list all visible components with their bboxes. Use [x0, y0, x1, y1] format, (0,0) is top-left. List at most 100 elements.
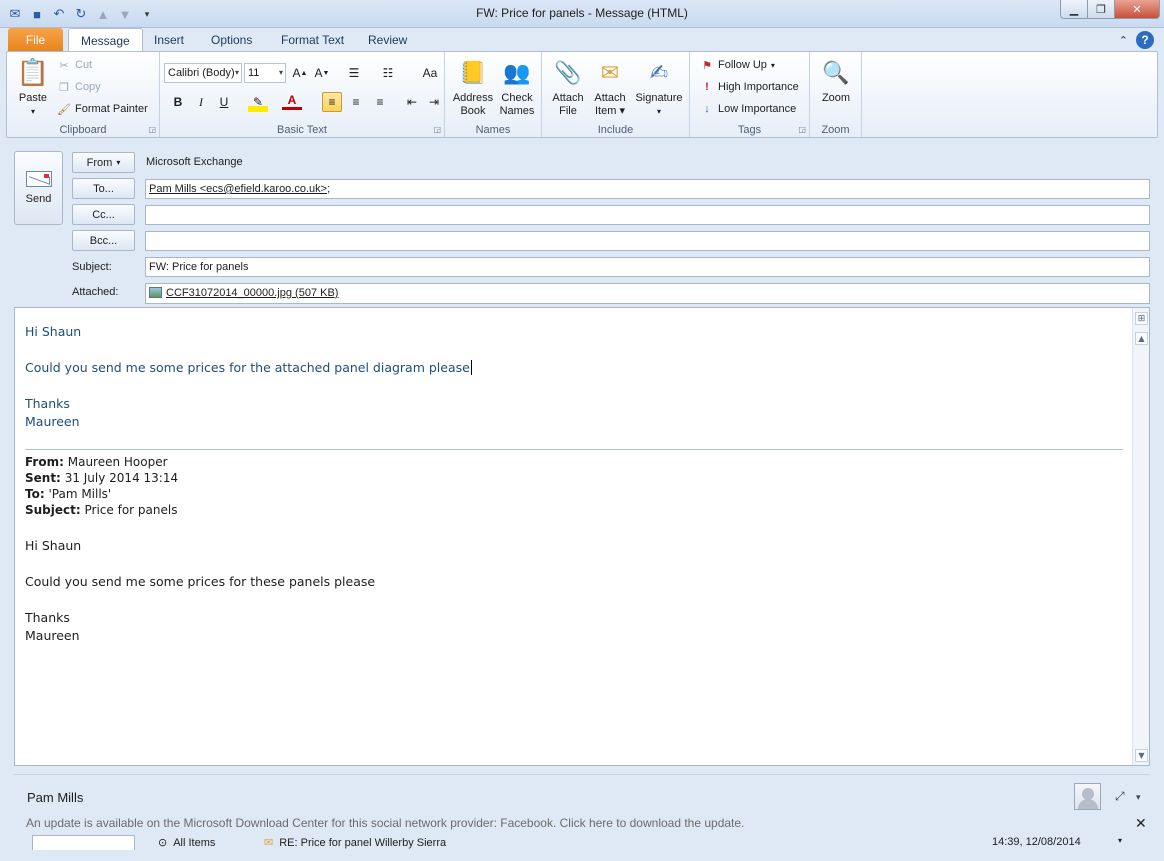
bcc-field[interactable]	[145, 231, 1150, 251]
avatar	[1074, 783, 1101, 810]
title-bar: ✉ ■ ↶ ↻ ▲ ▼ ▾ FW: Price for panels - Mes…	[0, 0, 1164, 28]
maximize-button[interactable]: ❐	[1087, 0, 1114, 19]
activity-dropdown-icon[interactable]: ▾	[1118, 836, 1122, 845]
to-field[interactable]: Pam Mills <ecs@efield.karoo.co.uk>;	[145, 179, 1150, 199]
scroll-up-icon[interactable]: ▲	[1135, 332, 1148, 345]
include-group: 📎 Attach File ✉ Attach Item ▾ ✍ Signatur…	[542, 52, 690, 137]
zoom-group: 🔍 Zoom Zoom	[810, 52, 862, 137]
close-notification-icon[interactable]: ✕	[1135, 815, 1147, 832]
shrink-font-icon[interactable]: A ▼	[312, 63, 332, 83]
format-painter-button[interactable]: 🖌 Format Painter	[57, 100, 148, 118]
flag-icon: ⚑	[702, 59, 712, 72]
low-importance-button[interactable]: ↓ Low Importance	[700, 100, 796, 118]
basic-text-group-label: Basic Text	[277, 124, 327, 136]
cc-field[interactable]	[145, 205, 1150, 225]
minimize-button[interactable]: ▁	[1060, 0, 1087, 19]
scissors-icon: ✂	[59, 59, 69, 72]
tab-insert[interactable]: Insert	[142, 28, 196, 52]
increase-indent-icon[interactable]: ⇥	[424, 92, 444, 112]
cut-button[interactable]: ✂ Cut	[57, 56, 92, 74]
tab-message[interactable]: Message	[68, 28, 143, 52]
basic-text-group: Calibri (Body) ▾ 11 ▾ A ▲ A ▼ ☰ ☷ Aa B I U ✎…	[160, 52, 445, 137]
message-body[interactable]: Hi Shaun Could you send me some prices f…	[14, 307, 1150, 766]
ruler-toggle-icon[interactable]: ⊞	[1135, 312, 1148, 325]
include-group-label: Include	[597, 124, 634, 136]
ribbon: 📋 Paste ▾ ✂ Cut ❐ Copy 🖌 Format Painter …	[6, 51, 1158, 138]
clipboard-group: 📋 Paste ▾ ✂ Cut ❐ Copy 🖌 Format Painter …	[7, 52, 160, 137]
from-dropdown-icon: ▾	[116, 158, 121, 167]
to-recipient[interactable]: Pam Mills <ecs@efield.karoo.co.uk>	[149, 183, 327, 195]
paintbrush-icon: 🖌	[57, 103, 71, 116]
attach-item-button[interactable]: ✉ Attach Item ▾	[590, 56, 630, 118]
activity-item[interactable]: ✉ RE: Price for panel Willerby Sierra	[264, 836, 446, 850]
scroll-down-icon[interactable]: ▼	[1135, 749, 1148, 762]
to-button[interactable]: To...	[72, 178, 135, 199]
basic-text-launcher-icon[interactable]: ◲	[433, 125, 441, 134]
check-names-button[interactable]: 👥 Check Names	[497, 56, 537, 118]
help-icon[interactable]: ?	[1136, 31, 1154, 49]
from-button[interactable]: From ▾	[72, 152, 135, 173]
tab-options[interactable]: Options	[199, 28, 264, 52]
send-envelope-icon	[25, 171, 52, 187]
image-file-icon	[149, 287, 162, 298]
italic-icon[interactable]: I	[191, 92, 211, 112]
body-line: Could you send me some prices for the at…	[25, 360, 472, 375]
tab-file[interactable]: File	[8, 28, 63, 52]
grow-font-icon[interactable]: A ▲	[290, 63, 310, 83]
follow-up-button[interactable]: ⚑ Follow Up ▾	[700, 56, 775, 74]
font-color-icon[interactable]: A	[282, 92, 302, 110]
collapse-pane-icon[interactable]: ▾	[1136, 792, 1141, 803]
expand-icon[interactable]: ⤢	[1115, 789, 1125, 804]
signature-button[interactable]: ✍ Signature ▾	[632, 56, 686, 118]
font-name-combo[interactable]: Calibri (Body) ▾	[164, 63, 242, 83]
clipboard-launcher-icon[interactable]: ◲	[148, 125, 156, 134]
align-right-icon[interactable]: ≡	[370, 92, 390, 112]
update-notification[interactable]: An update is available on the Microsoft …	[26, 816, 744, 830]
copy-button[interactable]: ❐ Copy	[57, 78, 101, 96]
attach-file-button[interactable]: 📎 Attach File	[548, 56, 588, 118]
check-names-icon: 👥	[503, 59, 531, 85]
fwd-greeting: Hi Shaun	[25, 538, 82, 553]
fwd-subject: Subject: Price for panels	[25, 503, 178, 517]
styles-icon[interactable]: Aa	[420, 63, 440, 83]
activity-row: ⊙ All Items ✉ RE: Price for panel Willer…	[14, 833, 1150, 853]
ribbon-tabs: File Message Insert Options Format Text …	[0, 28, 1164, 52]
people-pane-name: Pam Mills	[27, 790, 84, 805]
fwd-from: From: Maureen Hooper	[25, 455, 168, 469]
underline-icon[interactable]: U	[214, 92, 234, 112]
highlight-icon[interactable]: ✎	[248, 92, 268, 112]
tab-format-text[interactable]: Format Text	[269, 28, 356, 52]
all-items-tab[interactable]: ⊙ All Items	[158, 836, 215, 850]
send-button[interactable]: Send	[14, 151, 63, 225]
bullets-icon[interactable]: ☰	[344, 63, 364, 83]
address-book-button[interactable]: 📒 Address Book	[451, 56, 495, 118]
bcc-button[interactable]: Bcc...	[72, 230, 135, 251]
cc-button[interactable]: Cc...	[72, 204, 135, 225]
close-button[interactable]: ✕	[1114, 0, 1160, 19]
tab-review[interactable]: Review	[356, 28, 419, 52]
attachment-field[interactable]: CCF31072014_00000.jpg (507 KB)	[145, 283, 1150, 304]
align-center-icon[interactable]: ≡	[346, 92, 366, 112]
fwd-to: To: 'Pam Mills'	[25, 487, 112, 501]
numbering-icon[interactable]: ☷	[378, 63, 398, 83]
subject-field[interactable]: FW: Price for panels	[145, 257, 1150, 277]
people-pane: Pam Mills ⤢ ▾ An update is available on …	[14, 774, 1150, 861]
text-cursor	[470, 360, 472, 375]
high-importance-button[interactable]: ! High Importance	[700, 78, 799, 96]
decrease-indent-icon[interactable]: ⇤	[402, 92, 422, 112]
body-signature: Maureen	[25, 414, 80, 429]
tags-launcher-icon[interactable]: ◲	[798, 125, 806, 134]
mail-item-icon: ✉	[264, 837, 274, 849]
minimize-ribbon-icon[interactable]: ⌃	[1119, 34, 1128, 47]
forward-divider	[25, 449, 1123, 450]
align-left-icon[interactable]: ≡	[322, 92, 342, 112]
bold-icon[interactable]: B	[168, 92, 188, 112]
activity-tab[interactable]	[32, 835, 135, 850]
zoom-button[interactable]: 🔍 Zoom	[816, 56, 856, 105]
font-size-combo[interactable]: 11 ▾	[244, 63, 286, 83]
paste-button[interactable]: 📋 Paste ▾	[15, 56, 51, 118]
paperclip-icon: 📎	[554, 59, 582, 85]
fwd-signature: Maureen	[25, 628, 80, 643]
body-scrollbar[interactable]: ⊞ ▲ ▼	[1132, 308, 1149, 765]
attachment-link[interactable]: CCF31072014_00000.jpg (507 KB)	[166, 287, 338, 299]
